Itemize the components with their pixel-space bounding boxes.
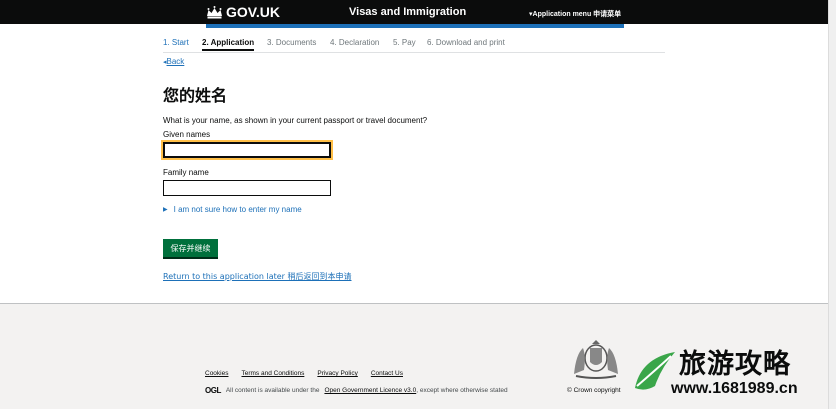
given-names-input[interactable] (161, 140, 333, 160)
crown-copyright[interactable]: © Crown copyright (567, 387, 621, 394)
logo-text: GOV.UK (226, 4, 280, 20)
watermark-url: www.1681989.cn (671, 380, 798, 397)
footer-link-privacy[interactable]: Privacy Policy (317, 370, 357, 377)
return-later-link[interactable]: Return to this application later 稍后返回到本申… (163, 271, 352, 282)
step-declaration: 4. Declaration (330, 38, 380, 47)
licence-notice: OGL All content is available under the O… (205, 386, 508, 395)
family-name-input[interactable] (163, 180, 331, 196)
govuk-logo[interactable]: GOV.UK (206, 4, 280, 20)
ogl-logo: OGL (205, 386, 221, 395)
step-documents: 3. Documents (267, 38, 317, 47)
header-blue-bar (206, 24, 624, 28)
watermark-title: 旅游攻略 (679, 349, 791, 380)
back-label: Back (166, 57, 185, 66)
back-link[interactable]: ◂Back (163, 57, 184, 66)
licence-suffix: , except where otherwise stated (416, 387, 508, 394)
name-question: What is your name, as shown in your curr… (163, 116, 428, 125)
progress-steps: 1. Start 2. Application 3. Documents 4. … (163, 38, 665, 53)
footer-link-terms[interactable]: Terms and Conditions (241, 370, 304, 377)
footer-link-contact[interactable]: Contact Us (371, 370, 403, 377)
crown-icon (207, 5, 222, 18)
step-download-print: 6. Download and print (427, 38, 505, 47)
save-continue-button[interactable]: 保存并继续 (163, 239, 218, 257)
footer-links: Cookies Terms and Conditions Privacy Pol… (205, 370, 403, 377)
given-names-label: Given names (163, 130, 211, 139)
service-name[interactable]: Visas and Immigration (349, 6, 466, 18)
step-start[interactable]: 1. Start (163, 38, 189, 47)
step-application: 2. Application (202, 38, 255, 51)
expand-arrow-icon: ▶ (163, 207, 168, 213)
footer-link-cookies[interactable]: Cookies (205, 370, 228, 377)
licence-prefix: All content is available under the (225, 387, 320, 394)
step-pay: 5. Pay (393, 38, 416, 47)
name-help-details[interactable]: ▶ I am not sure how to enter my name (163, 205, 302, 214)
royal-coat-of-arms-icon (574, 340, 618, 379)
scrollbar[interactable] (828, 0, 836, 409)
application-menu-toggle[interactable]: ▾Application menu 申请菜单 (529, 9, 621, 19)
watermark: 旅游攻略 www.1681989.cn (631, 342, 828, 404)
site-header: GOV.UK Visas and Immigration ▾Applicatio… (0, 0, 836, 24)
licence-link[interactable]: Open Government Licence v3.0 (324, 387, 416, 394)
family-name-label: Family name (163, 168, 209, 177)
page-title: 您的姓名 (163, 86, 228, 105)
name-help-summary: I am not sure how to enter my name (173, 205, 302, 214)
